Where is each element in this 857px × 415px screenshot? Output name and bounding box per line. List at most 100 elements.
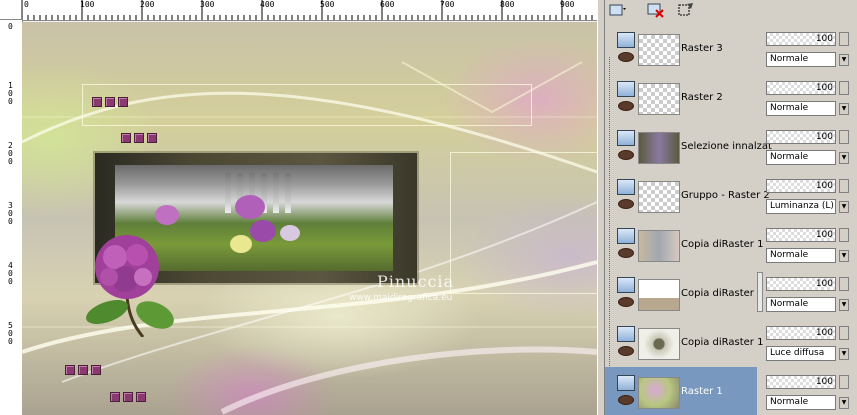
opacity-field[interactable]: 100 bbox=[766, 277, 836, 291]
opacity-field[interactable]: 100 bbox=[766, 326, 836, 340]
ruler-label: 3 0 0 bbox=[8, 201, 13, 226]
edit-selection-icon[interactable] bbox=[677, 2, 695, 18]
layer-row[interactable]: Raster 3 bbox=[605, 24, 757, 72]
blend-dropdown-icon[interactable]: ▼ bbox=[839, 250, 849, 262]
blend-dropdown-icon[interactable]: ▼ bbox=[839, 152, 849, 164]
image-canvas[interactable]: Pinuccia www.maidiregrafica.eu bbox=[22, 22, 597, 415]
blend-mode-select[interactable]: Normale bbox=[766, 52, 836, 67]
layer-thumbnail bbox=[638, 230, 680, 262]
canvas-area[interactable]: 0 100 200 300 400 500 600 700 800 900 0 … bbox=[0, 0, 597, 415]
blend-mode-select[interactable]: Luminanza (L) bbox=[766, 199, 836, 214]
layer-name: Raster 3 bbox=[681, 43, 723, 54]
layer-prop-row: 100 Normale ▼ bbox=[766, 122, 852, 168]
layer-thumbnail bbox=[638, 328, 680, 360]
blend-mode-select[interactable]: Luce diffusa bbox=[766, 346, 836, 361]
visibility-eye-icon[interactable] bbox=[618, 199, 634, 209]
ruler-ticks bbox=[22, 0, 593, 20]
opacity-field[interactable]: 100 bbox=[766, 179, 836, 193]
blend-mode-select[interactable]: Normale bbox=[766, 248, 836, 263]
blend-mode-select[interactable]: Normale bbox=[766, 150, 836, 165]
watermark-name: Pinuccia bbox=[377, 272, 455, 291]
layer-type-icon bbox=[617, 326, 635, 342]
opacity-field[interactable]: 100 bbox=[766, 32, 836, 46]
blend-dropdown-icon[interactable]: ▼ bbox=[839, 201, 849, 213]
decorative-square bbox=[91, 365, 101, 375]
layer-row[interactable]: Selezione innalzat bbox=[605, 122, 772, 170]
panel-splitter[interactable] bbox=[597, 0, 605, 415]
visibility-eye-icon[interactable] bbox=[618, 52, 634, 62]
layer-prop-row: 100 Normale ▼ bbox=[766, 269, 852, 315]
decorative-square bbox=[134, 133, 144, 143]
layer-thumbnail bbox=[638, 34, 680, 66]
ruler-label: 0 bbox=[8, 22, 13, 31]
decorative-square bbox=[123, 392, 133, 402]
opacity-arrow-icon[interactable] bbox=[839, 277, 849, 291]
visibility-eye-icon[interactable] bbox=[618, 248, 634, 258]
layer-type-icon bbox=[617, 130, 635, 146]
opacity-arrow-icon[interactable] bbox=[839, 32, 849, 46]
blend-dropdown-icon[interactable]: ▼ bbox=[839, 348, 849, 360]
opacity-field[interactable]: 100 bbox=[766, 228, 836, 242]
opacity-arrow-icon[interactable] bbox=[839, 228, 849, 242]
new-layer-icon[interactable] bbox=[609, 2, 627, 18]
blend-dropdown-icon[interactable]: ▼ bbox=[839, 397, 849, 409]
layer-thumbnail bbox=[638, 377, 680, 409]
frame-line bbox=[82, 84, 532, 126]
opacity-arrow-icon[interactable] bbox=[839, 81, 849, 95]
horizontal-ruler: 0 100 200 300 400 500 600 700 800 900 bbox=[22, 0, 597, 21]
layers-toolbar bbox=[605, 0, 857, 22]
opacity-field[interactable]: 100 bbox=[766, 81, 836, 95]
layer-thumbnail bbox=[638, 83, 680, 115]
layer-name: Copia diRaster 1 bbox=[681, 337, 764, 348]
blend-mode-select[interactable]: Normale bbox=[766, 395, 836, 410]
decorative-square bbox=[147, 133, 157, 143]
delete-layer-icon[interactable] bbox=[647, 2, 665, 18]
layer-prop-row: 100 Luminanza (L) ▼ bbox=[766, 171, 852, 217]
decorative-square bbox=[78, 365, 88, 375]
decorative-square bbox=[105, 97, 115, 107]
blend-dropdown-icon[interactable]: ▼ bbox=[839, 299, 849, 311]
blend-mode-select[interactable]: Normale bbox=[766, 297, 836, 312]
decorative-square bbox=[110, 392, 120, 402]
layer-prop-row: 100 Normale ▼ bbox=[766, 24, 852, 70]
layer-row[interactable]: Raster 1 bbox=[605, 367, 757, 415]
layer-row[interactable]: Copia diRaster 1 bbox=[605, 269, 763, 317]
layer-type-icon bbox=[617, 375, 635, 391]
visibility-eye-icon[interactable] bbox=[618, 395, 634, 405]
opacity-field[interactable]: 100 bbox=[766, 130, 836, 144]
decorative-square bbox=[118, 97, 128, 107]
hydrangea-flower bbox=[86, 235, 174, 337]
decorative-square bbox=[136, 392, 146, 402]
layer-row[interactable]: Copia diRaster 1 bbox=[605, 318, 763, 366]
ruler-label: 2 0 0 bbox=[8, 141, 13, 166]
visibility-eye-icon[interactable] bbox=[618, 297, 634, 307]
visibility-eye-icon[interactable] bbox=[618, 101, 634, 111]
decorative-square bbox=[65, 365, 75, 375]
opacity-arrow-icon[interactable] bbox=[839, 326, 849, 340]
layer-list: Raster 3 Raster 2 Selezione innalzat Gruppo… bbox=[605, 22, 772, 415]
layer-name: Raster 1 bbox=[681, 386, 723, 397]
blend-dropdown-icon[interactable]: ▼ bbox=[839, 54, 849, 66]
layer-row[interactable]: Raster 2 bbox=[605, 73, 757, 121]
layer-name: Copia diRaster 1 bbox=[681, 288, 764, 299]
layer-properties: 100 Normale ▼ 100 Normale ▼ 100 Normale ▼ 100 Lumi… bbox=[760, 22, 857, 415]
ruler-corner bbox=[0, 0, 22, 20]
visibility-eye-icon[interactable] bbox=[618, 346, 634, 356]
visibility-eye-icon[interactable] bbox=[618, 150, 634, 160]
decorative-square bbox=[92, 97, 102, 107]
layer-prop-row: 100 Luce diffusa ▼ bbox=[766, 318, 852, 364]
blend-dropdown-icon[interactable]: ▼ bbox=[839, 103, 849, 115]
opacity-arrow-icon[interactable] bbox=[839, 375, 849, 389]
layer-thumbnail bbox=[638, 181, 680, 213]
layer-row[interactable]: Gruppo - Raster 2 bbox=[605, 171, 770, 219]
layer-prop-row: 100 Normale ▼ bbox=[766, 220, 852, 266]
opacity-field[interactable]: 100 bbox=[766, 375, 836, 389]
blend-mode-select[interactable]: Normale bbox=[766, 101, 836, 116]
opacity-arrow-icon[interactable] bbox=[839, 130, 849, 144]
ruler-label: 1 0 0 bbox=[8, 81, 13, 106]
opacity-arrow-icon[interactable] bbox=[839, 179, 849, 193]
layers-palette: Raster 3 Raster 2 Selezione innalzat Gruppo… bbox=[605, 0, 857, 415]
ruler-label: 5 0 0 bbox=[8, 321, 13, 346]
layer-row[interactable]: Copia diRaster 1 bbox=[605, 220, 763, 268]
layer-prop-row: 100 Normale ▼ bbox=[766, 73, 852, 119]
